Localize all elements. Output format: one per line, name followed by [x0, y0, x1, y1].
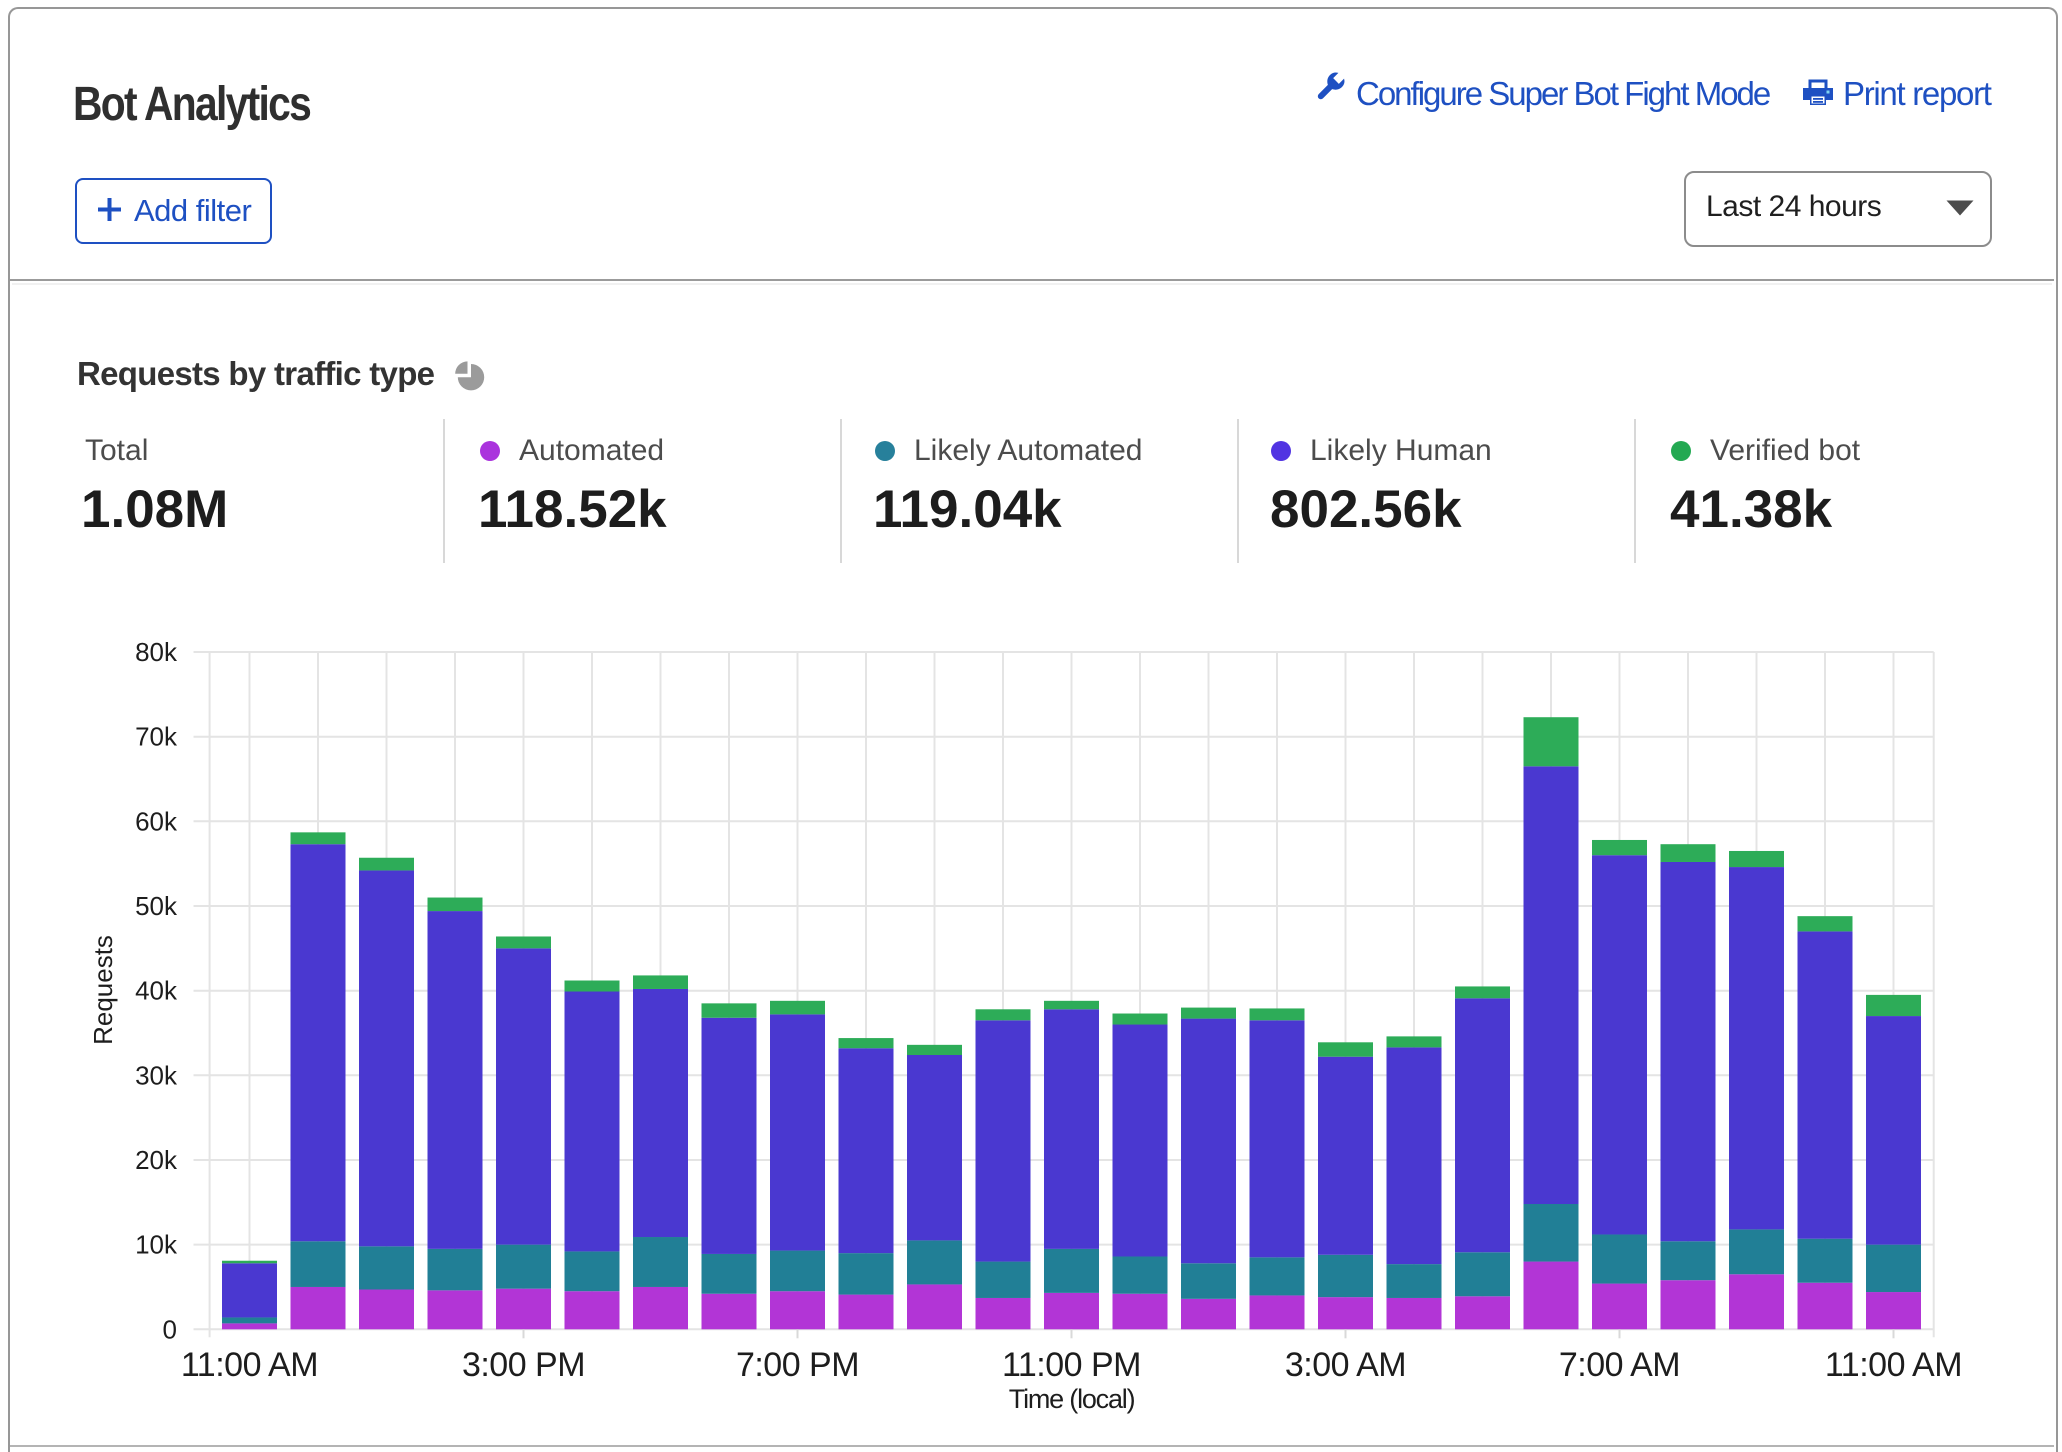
svg-text:11:00 PM: 11:00 PM [1002, 1346, 1141, 1384]
svg-text:20k: 20k [135, 1145, 178, 1175]
svg-text:7:00 PM: 7:00 PM [736, 1346, 859, 1384]
svg-text:7:00 AM: 7:00 AM [1559, 1346, 1680, 1384]
svg-text:11:00 AM: 11:00 AM [1825, 1346, 1962, 1384]
svg-text:50k: 50k [135, 891, 178, 921]
svg-text:0: 0 [163, 1314, 177, 1344]
svg-text:30k: 30k [135, 1060, 178, 1090]
svg-text:60k: 60k [135, 806, 178, 836]
svg-text:Time (local): Time (local) [1009, 1384, 1135, 1414]
svg-text:Requests: Requests [88, 935, 118, 1045]
svg-text:3:00 AM: 3:00 AM [1285, 1346, 1406, 1384]
svg-text:70k: 70k [135, 722, 178, 752]
svg-text:3:00 PM: 3:00 PM [462, 1346, 585, 1384]
svg-text:40k: 40k [135, 976, 178, 1006]
svg-text:10k: 10k [135, 1230, 178, 1260]
svg-text:80k: 80k [135, 637, 178, 667]
svg-text:11:00 AM: 11:00 AM [181, 1346, 318, 1384]
